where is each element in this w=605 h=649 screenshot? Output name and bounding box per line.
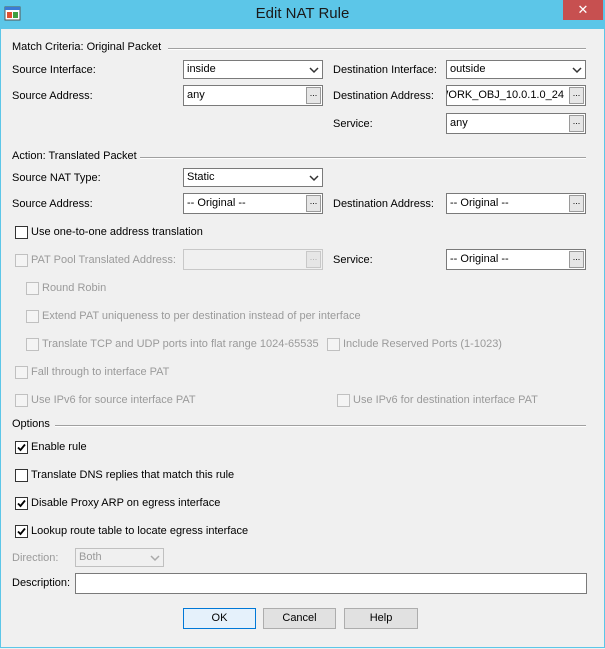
check-icon xyxy=(17,499,26,508)
description-input[interactable] xyxy=(75,573,587,594)
translated-dst-address-label: Destination Address: xyxy=(333,198,434,210)
match-section-divider xyxy=(168,48,586,50)
ellipsis-browse-icon[interactable]: ... xyxy=(306,195,321,212)
include-reserved-checkbox[interactable] xyxy=(327,338,340,351)
pat-pool-checkbox[interactable] xyxy=(15,254,28,267)
fall-through-label: Fall through to interface PAT xyxy=(31,366,170,378)
src-address-field[interactable]: any ... xyxy=(183,85,323,106)
ipv6-src-label: Use IPv6 for source interface PAT xyxy=(31,394,196,406)
ipv6-dst-label: Use IPv6 for destination interface PAT xyxy=(353,394,538,406)
service-value: any xyxy=(450,117,468,129)
direction-select[interactable]: Both xyxy=(75,548,164,567)
dst-address-text: WORK_OBJ_10.0.1.0_24 xyxy=(446,89,564,101)
ellipsis-browse-icon[interactable]: ... xyxy=(569,87,584,104)
translated-dst-address-value: -- Original -- xyxy=(450,197,509,209)
translate-dns-label: Translate DNS replies that match this ru… xyxy=(31,469,235,481)
dst-address-value: WORK_OBJ_10.0.1.0_24 xyxy=(446,89,564,101)
action-section-title: Action: Translated Packet xyxy=(12,150,137,162)
description-label: Description: xyxy=(12,577,71,589)
translated-src-address-label: Source Address: xyxy=(12,198,93,210)
ipv6-dst-checkbox[interactable] xyxy=(337,394,350,407)
chevron-down-icon xyxy=(150,555,160,562)
translated-src-address-field[interactable]: -- Original -- ... xyxy=(183,193,323,214)
translated-src-address-value: -- Original -- xyxy=(187,197,246,209)
help-button[interactable]: Help xyxy=(344,608,418,629)
cancel-button[interactable]: Cancel xyxy=(263,608,336,629)
close-button[interactable]: ✕ xyxy=(563,0,603,20)
ok-button[interactable]: OK xyxy=(183,608,256,629)
chevron-down-icon xyxy=(309,67,319,74)
round-robin-label: Round Robin xyxy=(42,282,107,294)
options-section-title: Options xyxy=(12,418,50,430)
direction-value: Both xyxy=(79,551,102,563)
src-address-label: Source Address: xyxy=(12,90,93,102)
nat-type-label: Source NAT Type: xyxy=(12,172,101,184)
pat-pool-label: PAT Pool Translated Address: xyxy=(31,254,176,266)
lookup-route-checkbox[interactable] xyxy=(15,525,28,538)
ellipsis-browse-icon[interactable]: ... xyxy=(569,251,584,268)
one-to-one-checkbox[interactable] xyxy=(15,226,28,239)
one-to-one-label: Use one-to-one address translation xyxy=(31,226,203,238)
dst-interface-label: Destination Interface: xyxy=(333,64,437,76)
dst-interface-select[interactable]: outside xyxy=(446,60,586,79)
translate-dns-checkbox[interactable] xyxy=(15,469,28,482)
ipv6-src-checkbox[interactable] xyxy=(15,394,28,407)
dst-address-label: Destination Address: xyxy=(333,90,434,102)
ellipsis-browse-icon[interactable]: ... xyxy=(569,115,584,132)
check-icon xyxy=(17,443,26,452)
translated-dst-address-field[interactable]: -- Original -- ... xyxy=(446,193,586,214)
dst-address-field[interactable]: WORK_OBJ_10.0.1.0_24 ... xyxy=(446,85,586,106)
check-icon xyxy=(17,527,26,536)
disable-proxy-arp-label: Disable Proxy ARP on egress interface xyxy=(31,497,221,509)
src-address-value: any xyxy=(187,89,205,101)
include-reserved-label: Include Reserved Ports (1-1023) xyxy=(343,338,502,350)
src-interface-select[interactable]: inside xyxy=(183,60,323,79)
window-title: Edit NAT Rule xyxy=(255,5,350,22)
disable-proxy-arp-checkbox[interactable] xyxy=(15,497,28,510)
dst-interface-value: outside xyxy=(450,63,486,75)
round-robin-checkbox[interactable] xyxy=(26,282,39,295)
translated-service-label: Service: xyxy=(333,254,373,266)
extend-pat-checkbox[interactable] xyxy=(26,310,39,323)
ellipsis-browse-icon[interactable]: ... xyxy=(306,251,321,268)
chevron-down-icon xyxy=(309,175,319,182)
translated-service-value: -- Original -- xyxy=(450,253,509,265)
options-section-divider xyxy=(55,425,586,427)
translated-service-field[interactable]: -- Original -- ... xyxy=(446,249,586,270)
nat-type-value: Static xyxy=(187,171,215,183)
translate-ports-label: Translate TCP and UDP ports into flat ra… xyxy=(42,338,319,350)
pat-pool-field[interactable]: ... xyxy=(183,249,323,270)
match-section-title: Match Criteria: Original Packet xyxy=(12,41,162,53)
src-interface-label: Source Interface: xyxy=(12,64,96,76)
translate-ports-checkbox[interactable] xyxy=(26,338,39,351)
service-field[interactable]: any ... xyxy=(446,113,586,134)
enable-rule-label: Enable rule xyxy=(31,441,87,453)
src-interface-value: inside xyxy=(187,63,216,75)
fall-through-checkbox[interactable] xyxy=(15,366,28,379)
chevron-down-icon xyxy=(572,67,582,74)
close-icon: ✕ xyxy=(577,2,589,17)
direction-label: Direction: xyxy=(12,552,59,564)
ellipsis-browse-icon[interactable]: ... xyxy=(306,87,321,104)
ellipsis-browse-icon[interactable]: ... xyxy=(569,195,584,212)
lookup-route-label: Lookup route table to locate egress inte… xyxy=(31,525,249,537)
action-section-divider xyxy=(140,157,586,159)
extend-pat-label: Extend PAT uniqueness to per destination… xyxy=(42,310,361,322)
nat-type-select[interactable]: Static xyxy=(183,168,323,187)
enable-rule-checkbox[interactable] xyxy=(15,441,28,454)
service-label: Service: xyxy=(333,118,373,130)
